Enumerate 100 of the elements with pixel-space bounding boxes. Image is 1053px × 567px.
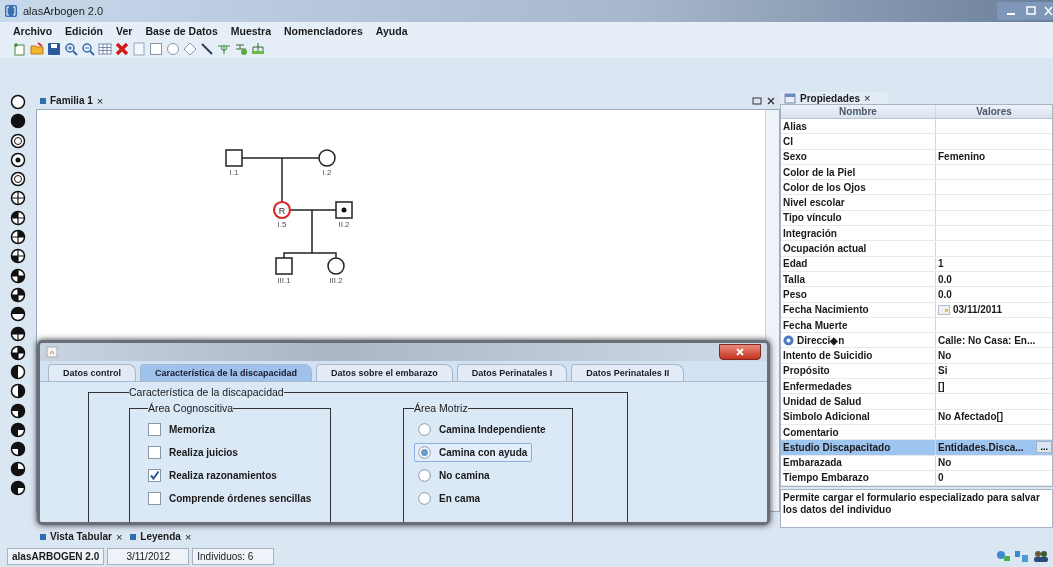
symbol-icon[interactable]: [10, 364, 26, 381]
symbol-icon[interactable]: [10, 267, 26, 284]
menu-item[interactable]: Nomencladores: [284, 25, 363, 37]
symbol-icon[interactable]: [10, 229, 26, 246]
property-row[interactable]: Embarazada No: [781, 455, 1052, 471]
radio-button[interactable]: [418, 469, 431, 482]
close-icon[interactable]: [766, 95, 776, 106]
symbol-icon[interactable]: [10, 344, 26, 361]
menu-item[interactable]: Muestra: [230, 25, 271, 37]
symbol-icon[interactable]: [10, 325, 26, 342]
property-row[interactable]: Nivel escolar: [781, 195, 1052, 211]
network-icon[interactable]: [995, 549, 1011, 563]
symbol-icon[interactable]: [10, 190, 26, 207]
zoom-out-icon[interactable]: [81, 42, 95, 56]
symbol-icon[interactable]: [10, 306, 26, 323]
edit-button[interactable]: ...: [1036, 441, 1052, 454]
symbol-icon[interactable]: [10, 441, 26, 458]
symbol-icon[interactable]: [10, 286, 26, 303]
checkbox-label[interactable]: Memoriza: [169, 424, 216, 435]
property-row[interactable]: Alias: [781, 119, 1052, 135]
symbol-icon[interactable]: [10, 171, 26, 188]
property-row[interactable]: Simbolo Adicional No Afectado[]: [781, 409, 1052, 425]
symbol-icon[interactable]: [10, 209, 26, 226]
symbol-icon[interactable]: [10, 151, 26, 168]
property-row[interactable]: Talla 0.0: [781, 271, 1052, 288]
property-row[interactable]: Peso 0.0: [781, 287, 1052, 303]
radio-button[interactable]: [418, 423, 431, 436]
symbol-icon[interactable]: [10, 113, 26, 130]
menu-item[interactable]: Base de Datos: [145, 25, 218, 37]
menu-item[interactable]: Ver: [116, 25, 133, 37]
panel-tab[interactable]: Vista Tabular ×: [40, 530, 123, 543]
symbol-icon[interactable]: [10, 479, 26, 496]
panel-tab[interactable]: Leyenda ×: [130, 530, 192, 543]
female-symbol[interactable]: [318, 149, 336, 167]
property-row[interactable]: Fecha Muerte: [781, 317, 1052, 334]
property-row[interactable]: Color de la Piel: [781, 164, 1052, 181]
checkbox[interactable]: [148, 492, 161, 505]
table-icon[interactable]: [98, 42, 112, 56]
tab-close[interactable]: ×: [184, 530, 192, 543]
male-symbol[interactable]: [225, 149, 243, 167]
siblings-icon[interactable]: [251, 42, 265, 56]
checkbox-label[interactable]: Comprende órdenes sencillas: [169, 493, 312, 504]
folder-icon[interactable]: [30, 42, 44, 56]
checkbox[interactable]: [148, 446, 161, 459]
line-icon[interactable]: [200, 42, 214, 56]
checkbox[interactable]: [148, 469, 161, 482]
menu-item[interactable]: Edición: [65, 25, 103, 37]
property-row[interactable]: Estudio Discapacitado Entidades.Disca... ...: [781, 440, 1052, 456]
property-row[interactable]: Unidad de Salud: [781, 394, 1052, 410]
checkbox-label[interactable]: Realiza razonamientos: [169, 470, 277, 481]
property-row[interactable]: Tiempo Embarazo 0: [781, 470, 1052, 487]
radio-label[interactable]: Camina Independiente: [439, 424, 546, 435]
new-file-icon[interactable]: [13, 42, 27, 56]
expand-icon[interactable]: [783, 334, 794, 346]
menu-item[interactable]: Ayuda: [375, 25, 408, 37]
symbol-icon[interactable]: [10, 248, 26, 265]
properties-tab[interactable]: Propiedades ×: [780, 92, 889, 104]
close-button[interactable]: [719, 344, 761, 360]
female-symbol[interactable]: [327, 257, 345, 275]
property-row[interactable]: Propósito Si: [781, 363, 1052, 380]
symbol-icon[interactable]: [10, 132, 26, 149]
property-row[interactable]: Enfermedades []: [781, 379, 1052, 395]
delete-icon[interactable]: [115, 42, 129, 56]
menu-item[interactable]: Archivo: [13, 25, 53, 37]
property-row[interactable]: Sexo Femenino: [781, 149, 1052, 165]
tab-close[interactable]: ×: [96, 94, 104, 107]
users-icon[interactable]: [1033, 549, 1049, 563]
radio-button[interactable]: [418, 492, 431, 505]
property-row[interactable]: Color de los Ojos: [781, 180, 1052, 196]
document-tab[interactable]: Familia 1 ×: [36, 92, 124, 109]
symbol-icon[interactable]: [10, 94, 26, 110]
radio-label[interactable]: No camina: [439, 470, 490, 481]
radio-button[interactable]: [418, 446, 431, 459]
property-row[interactable]: Ocupación actual: [781, 241, 1052, 257]
property-row[interactable]: Intento de Suicidio No: [781, 348, 1052, 364]
children-icon[interactable]: [234, 42, 248, 56]
male-symbol[interactable]: [275, 257, 293, 275]
column-header[interactable]: Valores: [936, 105, 1052, 118]
checkbox[interactable]: [148, 423, 161, 436]
save-icon[interactable]: [47, 42, 61, 56]
square-icon[interactable]: [149, 42, 163, 56]
property-row[interactable]: CI: [781, 134, 1052, 150]
symbol-icon[interactable]: [10, 422, 26, 439]
property-row[interactable]: Tipo vínculo: [781, 210, 1052, 227]
property-row[interactable]: Direcci◆n Calle: No Casa: En...: [781, 333, 1052, 349]
circle-icon[interactable]: [166, 42, 180, 56]
dialog-tab[interactable]: Datos control: [48, 364, 136, 381]
dialog-tab[interactable]: Datos Perinatales I: [456, 364, 568, 381]
dialog-tab[interactable]: Datos Perinatales II: [571, 364, 685, 381]
radio-label[interactable]: En cama: [439, 493, 481, 504]
property-row[interactable]: Edad 1: [781, 256, 1052, 272]
symbol-icon[interactable]: [10, 383, 26, 400]
restore-icon[interactable]: [752, 95, 762, 106]
property-row[interactable]: Integración: [781, 226, 1052, 242]
zoom-in-icon[interactable]: [64, 42, 78, 56]
tab-close[interactable]: ×: [115, 530, 123, 543]
dialog-tab[interactable]: Característica de la discapacidad: [140, 364, 313, 381]
symbol-icon[interactable]: [10, 460, 26, 477]
tab-close[interactable]: ×: [864, 92, 871, 104]
checkbox-label[interactable]: Realiza juicios: [169, 447, 238, 458]
